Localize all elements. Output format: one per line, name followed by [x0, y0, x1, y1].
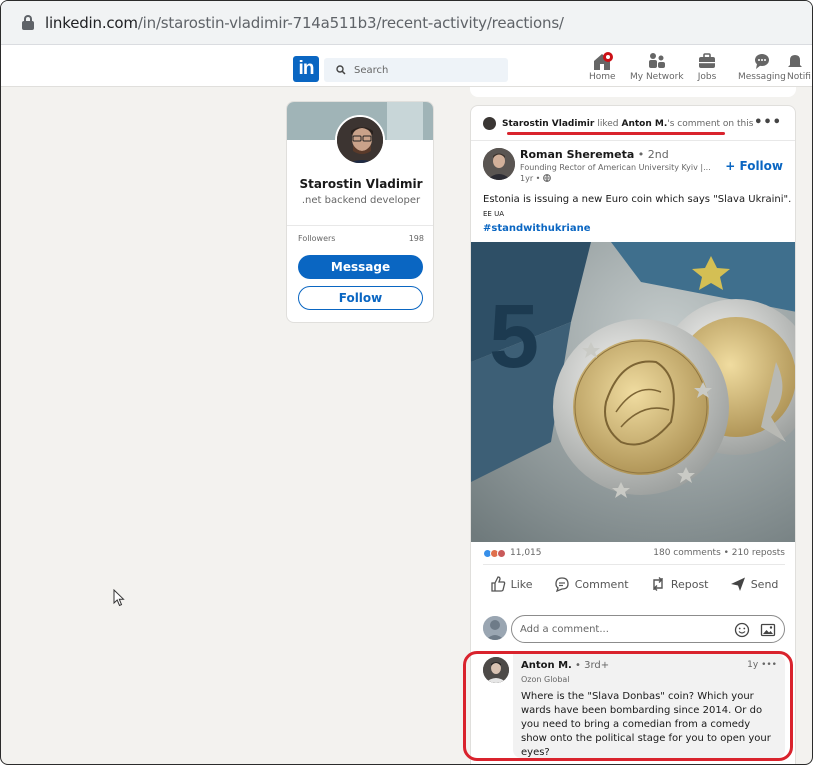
- address-bar[interactable]: linkedin.com/in/starostin-vladimir-714a5…: [1, 1, 812, 45]
- nav-messaging-label: Messaging: [738, 72, 786, 82]
- nav-my-network-label: My Network: [630, 72, 684, 82]
- profile-name[interactable]: Starostin Vladimir: [287, 177, 433, 191]
- linkedin-navbar: in Search Home My Network Jobs Messaging…: [1, 45, 812, 87]
- followers-label: Followers: [298, 234, 336, 243]
- linkedin-logo[interactable]: in: [293, 56, 319, 82]
- comment-label: Comment: [574, 577, 629, 591]
- profile-card: Starostin Vladimir .net backend develope…: [286, 101, 434, 323]
- activity-suffix: 's comment on this: [667, 118, 754, 129]
- activity-header: Starostin Vladimir liked Anton M. 's com…: [483, 117, 753, 130]
- nav-notifications[interactable]: Notifi: [787, 51, 811, 82]
- url-domain: linkedin.com: [45, 13, 138, 32]
- divider: [471, 140, 795, 141]
- lock-icon: [21, 14, 35, 31]
- search-icon: [336, 65, 346, 75]
- jobs-icon: [697, 51, 717, 71]
- add-comment-input[interactable]: Add a comment...: [511, 615, 785, 643]
- home-icon: [590, 51, 614, 71]
- author-degree: • 2nd: [637, 148, 669, 161]
- comment-icon: [555, 577, 569, 592]
- comment-button[interactable]: Comment: [554, 576, 629, 592]
- current-user-avatar[interactable]: [483, 616, 507, 640]
- nav-messaging[interactable]: Messaging: [738, 51, 786, 82]
- followers-count: 198: [408, 234, 424, 243]
- nav-jobs-label: Jobs: [697, 72, 717, 82]
- repost-label: Repost: [670, 577, 709, 591]
- image-icon[interactable]: [760, 622, 776, 638]
- post-hashtag[interactable]: #standwithukriane: [483, 223, 590, 234]
- browser-window: linkedin.com/in/starostin-vladimir-714a5…: [0, 0, 813, 765]
- author-headline: Founding Rector of American University K…: [520, 163, 710, 172]
- send-button[interactable]: Send: [730, 576, 779, 592]
- love-reaction-icon: [497, 548, 506, 558]
- post-time-text: 1yr •: [520, 174, 541, 183]
- nav-my-network[interactable]: My Network: [630, 51, 684, 82]
- url-path: /in/starostin-vladimir-714a511b3/recent-…: [137, 13, 564, 32]
- post-language-tags: EE UA: [483, 210, 504, 218]
- svg-text:5: 5: [489, 287, 539, 387]
- profile-headline: .net backend developer: [301, 195, 421, 206]
- emoji-icon[interactable]: [734, 622, 750, 638]
- globe-icon: [543, 174, 551, 183]
- post-image-euro-coins[interactable]: 5: [471, 242, 795, 542]
- actor-avatar[interactable]: [483, 117, 496, 130]
- like-label: Like: [510, 577, 533, 591]
- reactions-count: 11,015: [510, 548, 542, 558]
- author-name[interactable]: Roman Sheremeta: [520, 148, 634, 161]
- activity-verb: liked: [597, 118, 619, 129]
- nav-notifications-label: Notifi: [787, 72, 811, 82]
- post-actions: Like Comment Repost Send: [471, 576, 795, 592]
- network-icon: [646, 51, 668, 71]
- nav-home[interactable]: Home: [589, 51, 616, 82]
- divider: [483, 564, 785, 565]
- search-placeholder: Search: [354, 64, 389, 76]
- send-icon: [730, 577, 745, 591]
- notifications-icon: [787, 51, 803, 71]
- previous-post-edge: [470, 87, 796, 97]
- post-text: Estonia is issuing a new Euro coin which…: [483, 194, 792, 205]
- red-underline-annotation: [507, 132, 725, 135]
- add-comment-placeholder: Add a comment...: [520, 623, 609, 635]
- post-stats: 11,015 180 comments • 210 reposts: [483, 548, 785, 558]
- nav-home-label: Home: [589, 72, 616, 82]
- url-text[interactable]: linkedin.com/in/starostin-vladimir-714a5…: [45, 14, 564, 32]
- follow-button[interactable]: Follow: [298, 286, 423, 310]
- nav-jobs[interactable]: Jobs: [697, 51, 717, 82]
- follow-author-button[interactable]: + Follow: [725, 159, 783, 173]
- activity-target[interactable]: Anton M.: [621, 119, 667, 129]
- mouse-cursor-icon: [113, 589, 125, 607]
- send-label: Send: [750, 577, 779, 591]
- repost-icon: [653, 577, 663, 591]
- divider: [287, 225, 433, 226]
- thumbs-up-icon: [490, 576, 505, 592]
- red-box-annotation: [463, 651, 793, 761]
- like-button[interactable]: Like: [490, 576, 533, 592]
- repost-button[interactable]: Repost: [650, 576, 709, 592]
- message-button[interactable]: Message: [298, 255, 423, 279]
- messaging-icon: [752, 51, 772, 71]
- more-options-icon[interactable]: •••: [754, 115, 782, 130]
- activity-actor[interactable]: Starostin Vladimir: [502, 119, 594, 129]
- search-input[interactable]: Search: [324, 58, 508, 82]
- post-time: 1yr •: [520, 174, 551, 183]
- author-avatar[interactable]: [483, 148, 515, 180]
- comments-reposts-count[interactable]: 180 comments • 210 reposts: [653, 548, 785, 558]
- reactions-summary[interactable]: 11,015: [483, 548, 542, 558]
- followers-row: Followers 198: [298, 234, 424, 243]
- author-name-line[interactable]: Roman Sheremeta • 2nd: [520, 148, 669, 161]
- profile-avatar[interactable]: [335, 115, 385, 165]
